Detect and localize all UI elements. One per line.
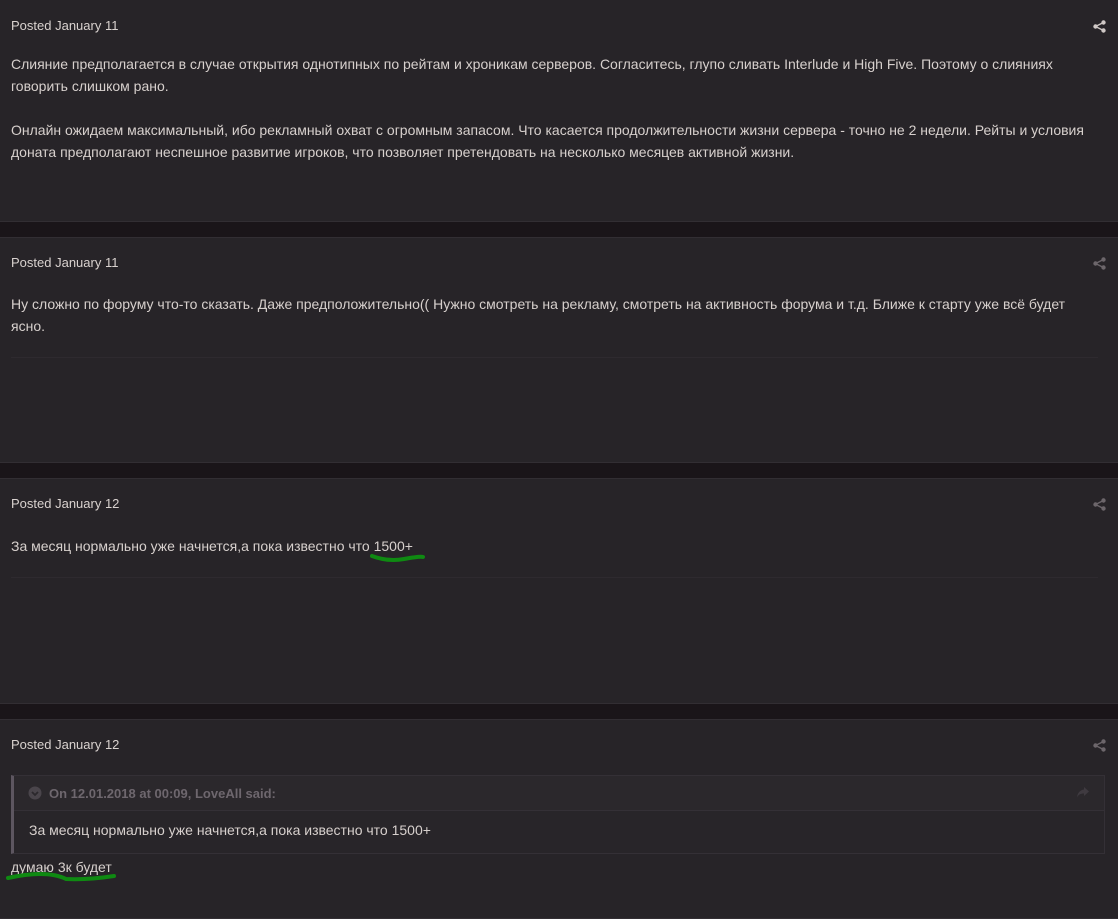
quote-block: On 12.01.2018 at 00:09, LoveAll said: За… [11,775,1105,854]
post-content: Слияние предполагается в случае открытия… [11,53,1098,163]
post: Posted January 12 On 12.01.2018 at 00:09… [0,719,1118,919]
post-paragraph: Слияние предполагается в случае открытия… [11,56,1053,94]
reply-text-marked: думаю 3к будет [6,856,116,882]
share-icon[interactable] [1093,257,1106,270]
post-date: Posted January 11 [11,255,119,270]
post-date: Posted January 12 [11,496,120,511]
chevron-circle-icon[interactable] [28,786,42,800]
share-arrow-icon[interactable] [1076,786,1090,799]
highlighted-number: 1500+ [369,535,425,562]
green-underline-mark [369,554,425,562]
quote-text: За месяц нормально уже начнется,а пока и… [29,822,431,838]
post-date: Posted January 12 [11,737,120,752]
quote-header: On 12.01.2018 at 00:09, LoveAll said: [14,776,1104,811]
post-content: думаю 3к будет [6,856,1098,882]
post: Posted January 11 Слияние предполагается… [0,0,1118,222]
post-content: За месяц нормально уже начнется,а пока и… [11,535,1098,562]
share-icon[interactable] [1093,739,1106,752]
post-date: Posted January 11 [11,18,119,33]
share-icon[interactable] [1093,20,1106,33]
post: Posted January 11 Ну сложно по форуму чт… [0,237,1118,463]
quote-citation: On 12.01.2018 at 00:09, LoveAll said: [49,786,276,801]
signature-divider [11,357,1098,358]
post: Posted January 12 За месяц нормально уже… [0,478,1118,704]
green-underline-mark [6,871,116,882]
signature-divider [11,577,1098,578]
post-text: За месяц нормально уже начнется,а пока и… [11,538,374,554]
post-paragraph: Ну сложно по форуму что-то сказать. Даже… [11,296,1066,334]
post-content: Ну сложно по форуму что-то сказать. Даже… [11,293,1098,337]
post-paragraph: Онлайн ожидаем максимальный, ибо рекламн… [11,122,1084,160]
share-icon[interactable] [1093,498,1106,511]
